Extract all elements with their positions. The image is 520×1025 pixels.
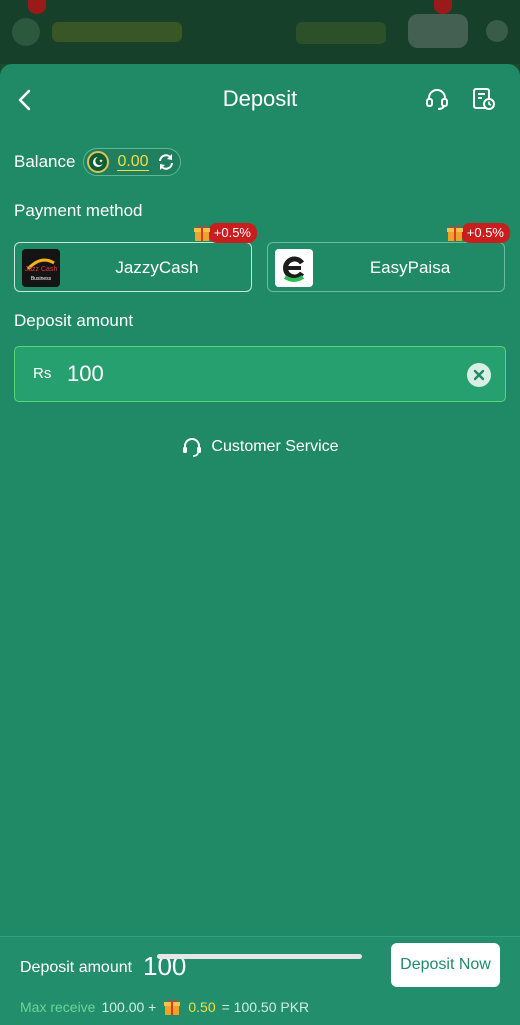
bonus-tag: +0.5% [445,223,510,243]
notification-marker [434,0,452,14]
payment-method-label: Payment method [14,201,143,220]
svg-text:Business: Business [31,276,52,282]
currency-symbol: Rs [33,365,52,382]
payment-option-label: JazzyCash [115,258,199,277]
payment-option-easypaisa[interactable]: EasyPaisa +0.5% [267,223,510,292]
sheet-header: Deposit [0,64,520,134]
gift-icon [446,225,463,241]
balance-label: Balance [14,152,76,171]
svg-text:Jazz Cash: Jazz Cash [25,266,58,273]
support-button[interactable] [422,84,452,114]
history-icon [473,88,495,110]
logo [52,22,182,42]
close-icon [473,369,485,381]
deposit-amount-input[interactable]: Rs 100 [14,346,506,402]
home-indicator[interactable] [157,954,362,959]
deposit-footer: Deposit amount 100 Deposit Now Max recei… [0,936,520,1025]
easypaisa-logo [275,249,313,287]
notification-marker [28,0,46,14]
headset-icon [181,436,203,458]
footer-deposit-label: Deposit amount [20,959,133,976]
headset-icon [426,89,448,110]
balance-pill: 0.00 [83,148,181,176]
deposit-amount-label: Deposit amount [14,311,134,330]
gift-icon [193,225,210,241]
wallet-chip [296,22,386,44]
clear-input-button[interactable] [467,363,491,387]
bonus-tag: +0.5% [192,223,257,243]
max-receive-total: = 100.50 PKR [221,999,310,1015]
balance-row: Balance 0.00 [14,148,181,176]
avatar [408,14,468,48]
balance-value: 0.00 [117,153,149,171]
bonus-badge: +0.5% [207,223,257,243]
jazzcash-logo: Jazz Cash Business [22,249,60,287]
refresh-balance-button[interactable] [155,151,177,173]
deposit-sheet: Deposit Balance 0.00 Payment method Jazz… [0,64,520,1025]
pakistan-flag-icon [87,151,110,173]
history-button[interactable] [468,84,498,114]
max-receive-base: 100.00 + [101,999,157,1015]
bonus-badge: +0.5% [460,223,510,243]
refresh-icon [158,154,173,170]
deposit-now-button[interactable]: Deposit Now [391,943,500,987]
max-receive-row: Max receive 100.00 + 0.50 = 100.50 PKR [20,997,309,1017]
background-app-bar [0,0,520,64]
payment-option-jazzcash[interactable]: Jazz Cash Business JazzyCash +0.5% [14,223,257,292]
menu-icon [12,18,40,46]
gift-icon [164,999,181,1015]
max-receive-bonus: 0.50 [188,999,216,1015]
max-receive-label: Max receive [20,999,96,1015]
payment-option-label: EasyPaisa [369,258,451,277]
customer-service-label: Customer Service [211,438,339,455]
more-icon [486,20,508,42]
customer-service-link[interactable]: Customer Service [0,436,520,458]
deposit-amount-value[interactable]: 100 [67,361,104,387]
